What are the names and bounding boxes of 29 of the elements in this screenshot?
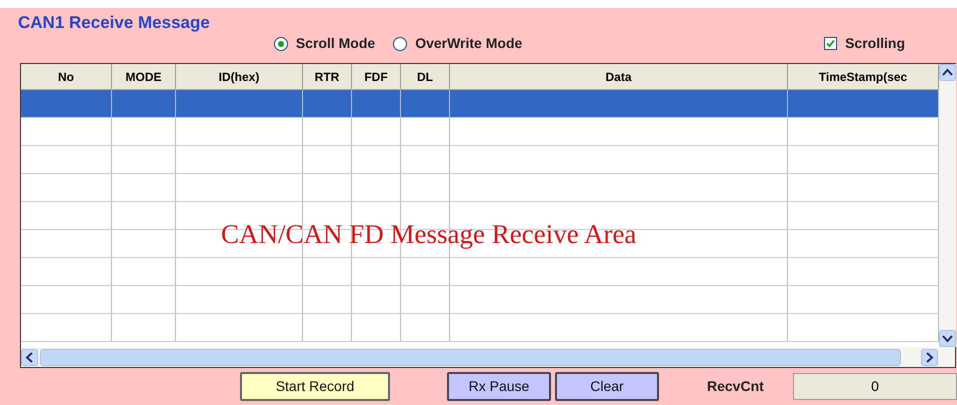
scroll-up-icon[interactable] xyxy=(939,64,956,81)
scrolling-checkbox[interactable]: Scrolling xyxy=(824,33,905,54)
scroll-right-icon[interactable] xyxy=(921,348,938,366)
action-button[interactable]: Start Record xyxy=(240,372,390,401)
radio-button[interactable] xyxy=(274,36,288,50)
column-header[interactable]: MODE xyxy=(112,64,176,89)
column-header[interactable]: FDF xyxy=(352,64,401,89)
checkbox[interactable] xyxy=(824,37,838,50)
table-row[interactable] xyxy=(21,90,939,118)
scroll-left-icon[interactable] xyxy=(21,348,38,366)
vertical-scrollbar[interactable] xyxy=(939,64,956,347)
column-header[interactable]: No xyxy=(21,64,112,89)
column-header[interactable]: DL xyxy=(401,64,450,89)
horizontal-scrollbar[interactable] xyxy=(21,347,955,367)
scroll-thumb[interactable] xyxy=(40,348,901,366)
recv-count-field: 0 xyxy=(793,373,957,400)
action-button[interactable]: Clear xyxy=(555,372,659,401)
check-icon xyxy=(826,39,836,48)
radio-option[interactable]: Scroll Mode xyxy=(274,33,376,54)
scroll-down-icon[interactable] xyxy=(939,330,956,347)
radio-option[interactable]: OverWrite Mode xyxy=(393,33,522,54)
column-header[interactable]: ID(hex) xyxy=(176,64,303,89)
action-button[interactable]: Rx Pause xyxy=(447,372,551,401)
recv-count-label: RecvCnt xyxy=(707,377,764,396)
column-header[interactable]: RTR xyxy=(303,64,352,89)
receive-area-label: CAN/CAN FD Message Receive Area xyxy=(221,218,636,251)
radio-button[interactable] xyxy=(393,36,408,50)
column-header[interactable]: Data xyxy=(450,64,788,89)
group-title: CAN1 Receive Message xyxy=(18,12,210,34)
